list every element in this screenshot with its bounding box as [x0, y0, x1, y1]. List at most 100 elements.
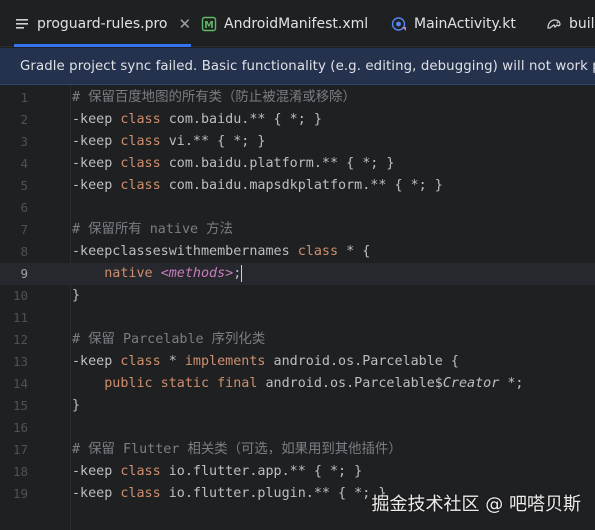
code-line[interactable]: 11 — [0, 307, 595, 329]
tab-label: AndroidManifest.xml — [224, 15, 369, 32]
code-text: # 保留所有 native 方法 — [72, 219, 233, 241]
code-text: # 保留 Parcelable 序列化类 — [72, 329, 265, 351]
code-text: -keep class * implements android.os.Parc… — [72, 351, 459, 373]
code-token: android.os.Parcelable { — [265, 354, 459, 369]
line-number: 1 — [20, 90, 28, 105]
file-lines-icon — [14, 16, 30, 32]
ide-window: proguard-rules.pro ✕ M AndroidManifest.x… — [0, 0, 595, 530]
tab-label: proguard-rules.pro — [37, 15, 168, 32]
tab-label: build — [569, 15, 595, 32]
code-line[interactable]: 15} — [0, 395, 595, 417]
text-caret — [241, 264, 243, 282]
code-token: com.baidu.mapsdkplatform.** { *; } — [160, 178, 443, 193]
code-line[interactable]: 10} — [0, 285, 595, 307]
code-token: class — [120, 486, 161, 501]
line-number: 2 — [20, 112, 28, 127]
code-token: -keepclasseswithmembernames — [72, 244, 298, 259]
code-text: -keep class com.baidu.** { *; } — [72, 109, 322, 131]
code-token: # 保留所有 native 方法 — [72, 222, 233, 237]
code-line[interactable]: 4 -keep class com.baidu.platform.** { *; … — [0, 153, 595, 175]
gradle-build-icon — [546, 16, 562, 32]
code-token: -keep — [72, 134, 121, 149]
code-token: class — [120, 112, 161, 127]
code-text: -keep class com.baidu.mapsdkplatform.** … — [72, 175, 443, 197]
code-line[interactable]: 18 -keep class io.flutter.app.** { *; } — [0, 461, 595, 483]
line-number: 7 — [20, 222, 28, 237]
code-line[interactable]: 7 # 保留所有 native 方法 — [0, 219, 595, 241]
code-token: class — [120, 464, 161, 479]
code-token: <methods> — [160, 266, 234, 281]
code-token: * { — [338, 244, 371, 259]
code-token: class — [120, 178, 161, 193]
line-number: 18 — [12, 464, 28, 479]
kotlin-activity-icon — [391, 16, 407, 32]
code-line[interactable]: 2 -keep class com.baidu.** { *; } — [0, 109, 595, 131]
tab-main-activity[interactable]: MainActivity.kt — [391, 0, 516, 47]
code-editor[interactable]: 1 # 保留百度地图的所有类（防止被混淆或移除） 2 -keep class com.… — [0, 85, 595, 530]
code-token: -keep — [72, 156, 121, 171]
close-icon[interactable]: ✕ — [178, 15, 191, 33]
svg-text:M: M — [204, 20, 213, 31]
code-text: public static final android.os.Parcelabl… — [72, 373, 524, 395]
code-token: # 保留 Flutter 相关类（可选，如果用到其他插件） — [72, 442, 402, 457]
code-text: } — [72, 285, 80, 307]
tab-android-manifest[interactable]: M AndroidManifest.xml — [201, 0, 368, 47]
code-line[interactable]: 9 native <methods>; — [0, 263, 595, 285]
code-token: android.os.Parcelable$ — [257, 376, 443, 391]
line-number: 17 — [12, 442, 28, 457]
code-line[interactable]: 5 -keep class com.baidu.mapsdkplatform.**… — [0, 175, 595, 197]
line-number: 4 — [20, 156, 28, 171]
code-token: native — [104, 266, 153, 281]
code-line[interactable]: 14 public static final android.os.Parcel… — [0, 373, 595, 395]
code-text: -keep class com.baidu.platform.** { *; } — [72, 153, 394, 175]
code-token: public static final — [104, 376, 258, 391]
code-token: *; — [499, 376, 524, 391]
line-number: 11 — [12, 310, 28, 325]
code-line[interactable]: 1 # 保留百度地图的所有类（防止被混淆或移除） — [0, 87, 595, 109]
tab-build-gradle[interactable]: build — [546, 0, 595, 47]
line-number: 16 — [12, 420, 28, 435]
code-text: # 保留百度地图的所有类（防止被混淆或移除） — [72, 87, 356, 109]
code-token: * — [160, 354, 185, 369]
code-text: native <methods>; — [72, 263, 243, 285]
code-token: com.baidu.** { *; } — [160, 112, 322, 127]
code-token: Creator — [442, 376, 500, 391]
code-token: ; — [233, 266, 242, 281]
line-number: 6 — [20, 200, 28, 215]
code-line[interactable]: 12 # 保留 Parcelable 序列化类 — [0, 329, 595, 351]
code-text: } — [72, 395, 80, 417]
line-number: 15 — [12, 398, 28, 413]
code-token: -keep — [72, 112, 121, 127]
code-line[interactable]: 3 -keep class vi.** { *; } — [0, 131, 595, 153]
line-number: 5 — [20, 178, 28, 193]
code-text: -keep class io.flutter.plugin.** { *; } — [72, 483, 386, 505]
code-token: -keep — [72, 178, 121, 193]
code-token: # 保留 Parcelable 序列化类 — [72, 332, 266, 347]
editor-tab-bar: proguard-rules.pro ✕ M AndroidManifest.x… — [0, 0, 595, 47]
line-number: 10 — [12, 288, 28, 303]
code-text: # 保留 Flutter 相关类（可选，如果用到其他插件） — [72, 439, 402, 461]
code-text: -keep class io.flutter.app.** { *; } — [72, 461, 362, 483]
code-token: class — [120, 156, 161, 171]
code-token: class — [120, 354, 161, 369]
code-line[interactable]: 6 — [0, 197, 595, 219]
tab-proguard-rules[interactable]: proguard-rules.pro ✕ — [14, 0, 192, 47]
code-token: io.flutter.plugin.** { *; } — [160, 486, 387, 501]
code-token: class — [297, 244, 339, 259]
code-token: implements — [184, 354, 266, 369]
code-line[interactable]: 8 -keepclasseswithmembernames class * { — [0, 241, 595, 263]
code-line[interactable]: 13 -keep class * implements android.os.Pa… — [0, 351, 595, 373]
tab-label: MainActivity.kt — [414, 15, 516, 32]
code-text: -keep class vi.** { *; } — [72, 131, 266, 153]
code-token: vi.** { *; } — [160, 134, 266, 149]
code-token: io.flutter.app.** { *; } — [160, 464, 363, 479]
banner-text: Gradle project sync failed. Basic functi… — [20, 58, 595, 74]
code-line[interactable]: 17 # 保留 Flutter 相关类（可选，如果用到其他插件） — [0, 439, 595, 461]
code-token: -keep — [72, 464, 121, 479]
code-token: # 保留百度地图的所有类（防止被混淆或移除） — [72, 90, 356, 105]
code-text: -keepclasseswithmembernames class * { — [72, 241, 370, 263]
code-line[interactable]: 16 — [0, 417, 595, 439]
